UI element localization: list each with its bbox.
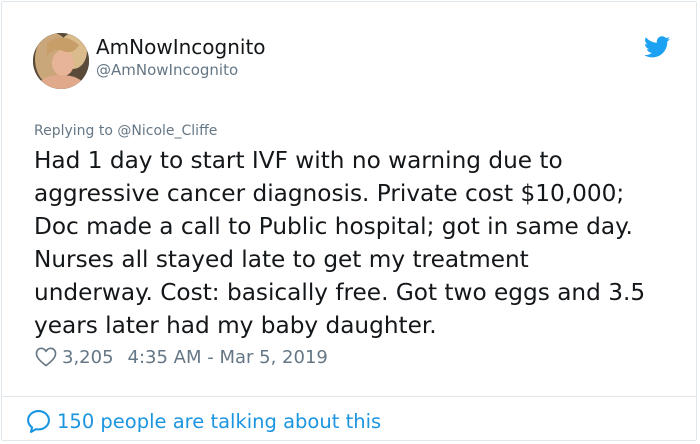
tweet-text-line: years later had my baby daughter. [34,312,437,339]
tweet-timestamp[interactable]: 4:35 AM - Mar 5, 2019 [128,347,328,368]
heart-icon[interactable] [35,347,57,367]
avatar-photo [33,33,89,89]
tweet-card: AmNowIncognito @AmNowIncognito Replying … [1,1,697,441]
like-count[interactable]: 3,205 [62,347,114,368]
tweet-text-line: aggressive cancer diagnosis. Private cos… [34,180,625,207]
tweet-meta: 3,205 4:35 AM - Mar 5, 2019 [35,345,328,369]
tweet-text-line: Nurses all stayed late to get my treatme… [34,246,529,273]
conversation-link[interactable]: 150 people are talking about this [26,407,381,435]
conversation-count-label[interactable]: 150 people are talking about this [57,410,381,433]
divider [2,396,696,397]
author-handle[interactable]: @AmNowIncognito [96,60,238,80]
tweet-text-line: Had 1 day to start IVF with no warning d… [34,147,563,174]
avatar[interactable] [33,33,89,89]
twitter-bird-icon[interactable] [644,36,670,58]
replying-to: Replying to @Nicole_Cliffe [34,121,217,141]
reply-mention-link[interactable]: @Nicole_Cliffe [117,123,217,139]
tweet-text-line: underway. Cost: basically free. Got two … [34,279,646,306]
tweet-text: Had 1 day to start IVF with no warning d… [34,144,684,342]
author-display-name[interactable]: AmNowIncognito [96,34,266,60]
tweet-text-line: Doc made a call to Public hospital; got … [34,213,633,240]
speech-bubble-icon [27,409,50,433]
replying-to-prefix: Replying to [34,123,118,139]
